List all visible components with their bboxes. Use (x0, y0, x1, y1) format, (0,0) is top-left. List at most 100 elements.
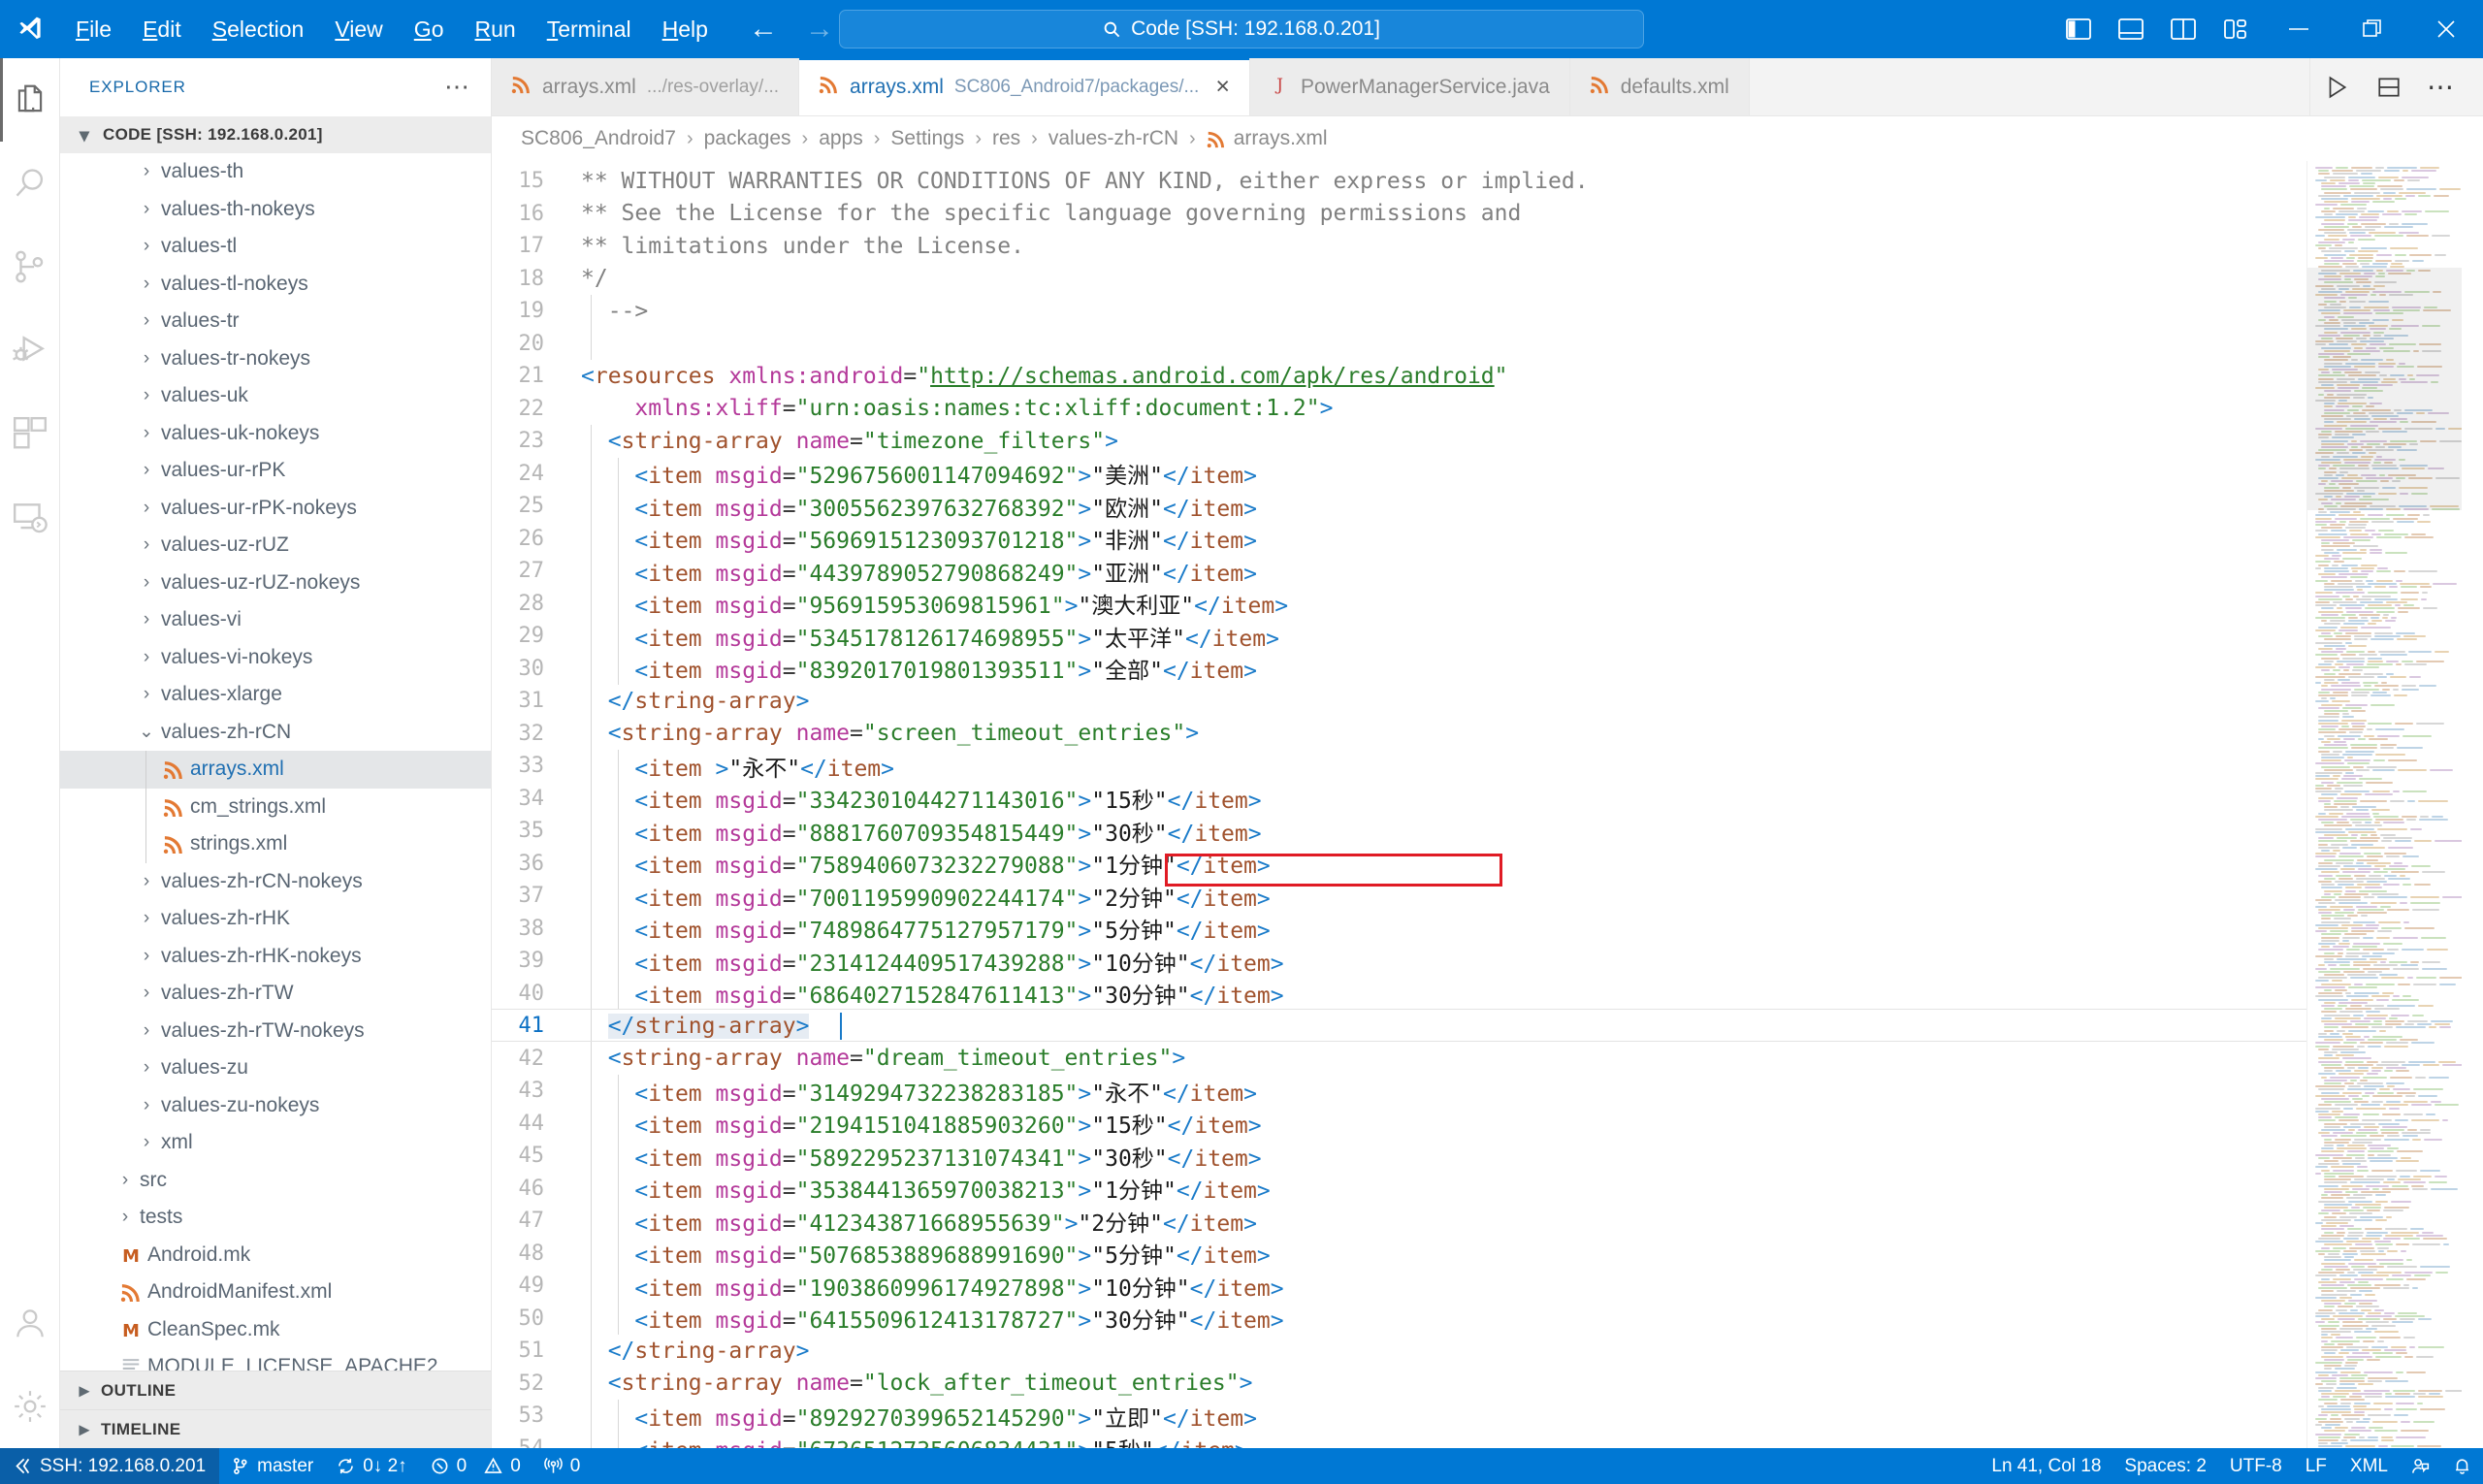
tree-folder-row[interactable]: › values-zh-rTW-nokeys (60, 1013, 491, 1050)
chevron-right-icon[interactable]: › (132, 498, 161, 519)
code-line[interactable]: 44 <item msgid="2194151041885903260">"15… (492, 1108, 2306, 1141)
code-line[interactable]: 50 <item msgid="6415509612413178727">"30… (492, 1303, 2306, 1336)
code-editor[interactable]: 15 ** WITHOUT WARRANTIES OR CONDITIONS OF… (492, 161, 2483, 1448)
chevron-right-icon[interactable]: › (132, 647, 161, 668)
split-editor-button[interactable] (2363, 58, 2415, 116)
tree-folder-row[interactable]: › values-tr-nokeys (60, 340, 491, 378)
tree-folder-row[interactable]: › values-th-nokeys (60, 191, 491, 229)
breadcrumb-item[interactable]: res (990, 127, 1022, 150)
menu-view[interactable]: View (319, 13, 398, 47)
tree-folder-row[interactable]: › values-zh-rTW (60, 975, 491, 1013)
activity-settings[interactable] (0, 1365, 60, 1448)
status-eol[interactable]: LF (2294, 1448, 2338, 1484)
code-line[interactable]: 27 <item msgid="4439789052790868249">"亚洲… (492, 555, 2306, 588)
chevron-right-icon[interactable]: › (132, 684, 161, 705)
menu-file[interactable]: File (60, 13, 127, 47)
code-line[interactable]: 19 --> (492, 295, 2306, 328)
chevron-right-icon[interactable]: › (132, 1020, 161, 1042)
code-line[interactable]: 17 ** limitations under the License. (492, 230, 2306, 263)
tree-file-row[interactable]: strings.xml (60, 825, 491, 863)
code-line[interactable]: 52 <string-array name="lock_after_timeou… (492, 1368, 2306, 1401)
restore-icon[interactable] (2336, 0, 2409, 58)
chevron-right-icon[interactable]: › (132, 236, 161, 257)
code-line[interactable]: 25 <item msgid="3005562397632768392">"欧洲… (492, 490, 2306, 523)
code-line[interactable]: 49 <item msgid="1903860996174927898">"10… (492, 1270, 2306, 1303)
close-icon[interactable] (2409, 0, 2483, 58)
chevron-right-icon[interactable]: › (132, 274, 161, 295)
activity-source-control[interactable] (0, 225, 60, 308)
code-line[interactable]: 26 <item msgid="5696915123093701218">"非洲… (492, 523, 2306, 556)
tree-file-row[interactable]: M Android.mk (60, 1237, 491, 1274)
chevron-right-icon[interactable]: › (132, 946, 161, 967)
code-line[interactable]: 43 <item msgid="3149294732238283185">"永不… (492, 1075, 2306, 1108)
tree-folder-row[interactable]: › values-th (60, 153, 491, 191)
code-line[interactable]: 34 <item msgid="3342301044271143016">"15… (492, 783, 2306, 816)
ellipsis-icon[interactable]: ⋯ (444, 80, 471, 95)
editor-tab[interactable]: arrays.xml .../res-overlay/... (492, 58, 799, 115)
code-line[interactable]: 39 <item msgid="2314124409517439288">"10… (492, 945, 2306, 978)
activity-run-and-debug[interactable] (0, 308, 60, 392)
status-ports-indicator[interactable]: 0 (532, 1448, 593, 1484)
breadcrumb-file[interactable]: arrays.xml (1232, 127, 1330, 150)
toggle-panel-icon[interactable] (2105, 0, 2157, 58)
tree-folder-row[interactable]: › values-zu (60, 1049, 491, 1087)
menu-bar[interactable]: File Edit Selection View Go Run Terminal… (60, 13, 724, 47)
sidebar-section-timeline[interactable]: ▸ TIMELINE (60, 1409, 491, 1448)
tree-folder-row[interactable]: › values-vi-nokeys (60, 639, 491, 677)
code-line[interactable]: 48 <item msgid="5076853889688991690">"5分… (492, 1238, 2306, 1271)
breadcrumb-item[interactable]: packages (702, 127, 793, 150)
sidebar-section-outline[interactable]: ▸ OUTLINE (60, 1371, 491, 1409)
tree-folder-row[interactable]: › values-tl-nokeys (60, 266, 491, 304)
activity-remote-explorer[interactable] (0, 475, 60, 559)
chevron-right-icon[interactable]: › (132, 1095, 161, 1116)
minimize-icon[interactable] (2262, 0, 2336, 58)
status-problems-indicator[interactable]: 0 0 (419, 1448, 532, 1484)
code-line[interactable]: 32 <string-array name="screen_timeout_en… (492, 718, 2306, 751)
menu-go[interactable]: Go (399, 13, 460, 47)
editor-tab[interactable]: defaults.xml (1570, 58, 1750, 115)
code-line[interactable]: 23 <string-array name="timezone_filters"… (492, 425, 2306, 458)
status-notifications-bell[interactable] (2441, 1448, 2483, 1484)
code-line[interactable]: 41 </string-array> (492, 1010, 2306, 1043)
chevron-right-icon[interactable]: › (111, 1207, 140, 1228)
menu-selection[interactable]: Selection (197, 13, 320, 47)
status-cursor-position[interactable]: Ln 41, Col 18 (1980, 1448, 2112, 1484)
chevron-down-icon[interactable]: ⌄ (132, 721, 161, 743)
tree-folder-row[interactable]: › values-ur-rPK (60, 452, 491, 490)
tree-folder-row[interactable]: › src (60, 1162, 491, 1200)
code-line[interactable]: 40 <item msgid="6864027152847611413">"30… (492, 978, 2306, 1011)
tree-folder-row[interactable]: › values-zh-rHK-nokeys (60, 938, 491, 976)
toggle-primary-sidebar-icon[interactable] (2052, 0, 2105, 58)
breadcrumb-item[interactable]: Settings (888, 127, 966, 150)
tree-folder-row[interactable]: › tests (60, 1199, 491, 1237)
editor-tab[interactable]: J PowerManagerService.java (1250, 58, 1570, 115)
editor-tabs[interactable]: arrays.xml .../res-overlay/... arrays.xml S… (492, 58, 2483, 116)
code-line[interactable]: 21 <resources xmlns:android="http://schem… (492, 360, 2306, 393)
code-line[interactable]: 28 <item msgid="956915953069815961">"澳大利… (492, 588, 2306, 621)
activity-search[interactable] (0, 142, 60, 225)
tree-folder-row[interactable]: › values-uk-nokeys (60, 415, 491, 453)
menu-help[interactable]: Help (647, 13, 724, 47)
run-button[interactable] (2310, 58, 2363, 116)
chevron-right-icon[interactable]: › (132, 385, 161, 406)
editor-tab[interactable]: arrays.xml SC806_Android7/packages/... × (799, 58, 1250, 115)
chevron-right-icon[interactable]: › (111, 1170, 140, 1191)
breadcrumb-item[interactable]: apps (817, 127, 865, 150)
breadcrumb[interactable]: SC806_Android7 › packages › apps › Settings › re… (492, 116, 2483, 161)
code-line[interactable]: 29 <item msgid="5345178126174698955">"太平… (492, 620, 2306, 653)
editor-scrollbar[interactable] (2462, 161, 2483, 1448)
code-line[interactable]: 31 </string-array> (492, 685, 2306, 718)
chevron-right-icon[interactable]: › (132, 572, 161, 594)
tree-folder-row[interactable]: › values-xlarge (60, 676, 491, 714)
chevron-right-icon[interactable]: › (132, 161, 161, 182)
tree-folder-row[interactable]: › values-ur-rPK-nokeys (60, 490, 491, 528)
code-line[interactable]: 35 <item msgid="8881760709354815449">"30… (492, 815, 2306, 848)
toggle-secondary-sidebar-icon[interactable] (2157, 0, 2209, 58)
status-sync-indicator[interactable]: 0↓ 2↑ (325, 1448, 418, 1484)
code-line[interactable]: 37 <item msgid="7001195990902244174">"2分… (492, 880, 2306, 913)
chevron-right-icon[interactable]: › (132, 609, 161, 630)
command-center[interactable]: Code [SSH: 192.168.0.201] (839, 10, 1644, 48)
code-line[interactable]: 47 <item msgid="412343871668955639">"2分钟… (492, 1205, 2306, 1238)
tree-folder-row[interactable]: › values-tr (60, 303, 491, 340)
tree-folder-row[interactable]: › values-zh-rCN-nokeys (60, 863, 491, 901)
